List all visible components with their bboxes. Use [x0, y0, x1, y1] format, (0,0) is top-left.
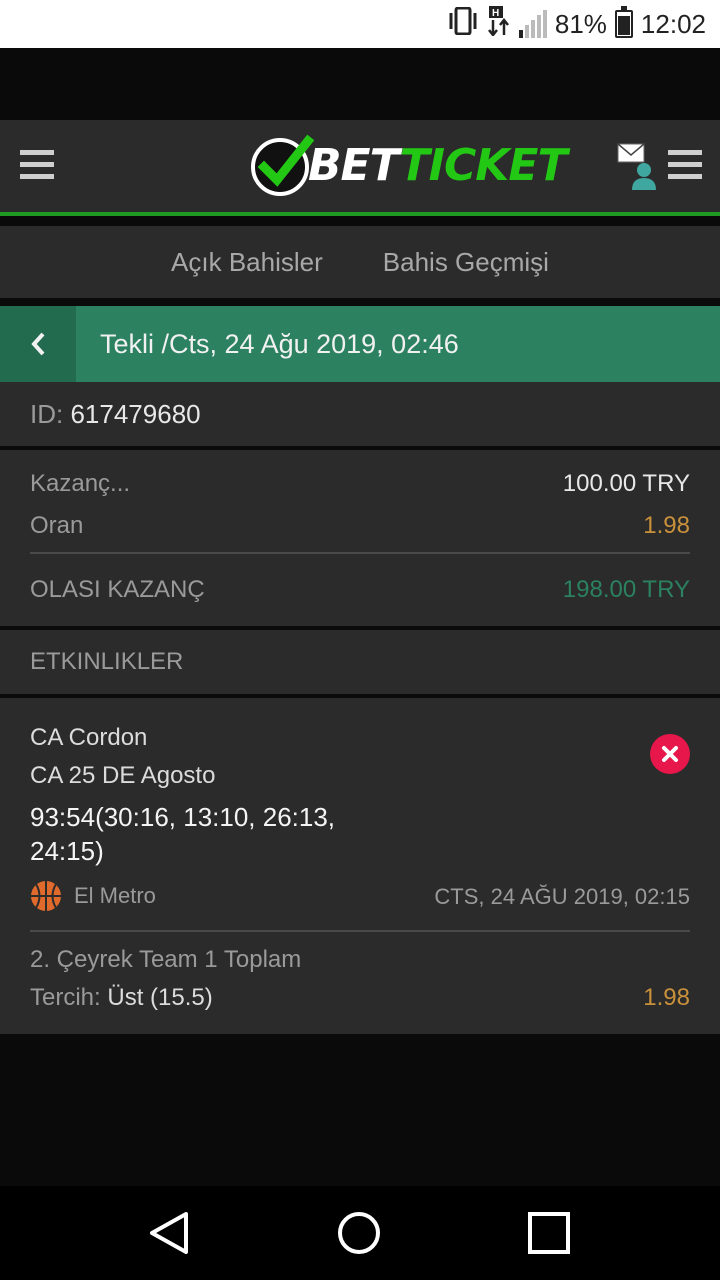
- bet-tabs: Açık Bahisler Bahis Geçmişi: [0, 226, 720, 298]
- pick-label: Tercih:: [30, 984, 101, 1011]
- logo-ticket: TICKET: [399, 139, 568, 191]
- hamburger-icon[interactable]: [20, 150, 54, 180]
- tab-bet-history[interactable]: Bahis Geçmişi: [383, 247, 549, 278]
- market-name: 2. Çeyrek Team 1 Toplam: [30, 946, 302, 973]
- svg-text:H: H: [492, 8, 499, 19]
- bet-title: Tekli /Cts, 24 Ağu 2019, 02:46: [100, 329, 459, 359]
- odds-value: 1.98: [643, 512, 690, 539]
- divider: [30, 930, 690, 932]
- back-nav-icon[interactable]: [146, 1210, 192, 1261]
- stake-value: 100.00 TRY: [562, 470, 690, 497]
- odds-label: Oran: [30, 512, 84, 539]
- event-date: CTS, 24 AĞU 2019, 02:15: [434, 884, 690, 909]
- header-accent-line: [0, 212, 720, 216]
- app-header: BETTICKET: [0, 120, 720, 216]
- team-1: CA Cordon: [30, 724, 148, 751]
- pick-row: Tercih: Üst (15.5): [30, 984, 213, 1012]
- bet-id-value: 617479680: [70, 399, 201, 429]
- system-nav-bar: [0, 1186, 720, 1280]
- potential-win-value: 198.00 TRY: [562, 576, 690, 603]
- back-button[interactable]: [0, 306, 76, 382]
- divider: [30, 552, 690, 554]
- bet-id-label: ID:: [30, 399, 64, 429]
- basketball-icon: [31, 881, 61, 911]
- events-header: ETKINLIKLER: [0, 630, 720, 694]
- hamburger-icon[interactable]: [668, 150, 702, 180]
- stake-label: Kazanç...: [30, 470, 131, 497]
- clock: 12:02: [640, 8, 706, 39]
- checkmark-logo-icon: [251, 134, 314, 196]
- battery-percent: 81%: [554, 8, 607, 39]
- lost-status-icon: [650, 734, 690, 774]
- signal-icon: [518, 10, 547, 38]
- data-transfer-icon: H: [487, 5, 511, 43]
- vibrate-icon: [447, 6, 479, 42]
- user-mail-icon[interactable]: [616, 142, 662, 202]
- tab-open-bets[interactable]: Açık Bahisler: [171, 247, 323, 278]
- potential-win-label: OLASI KAZANÇ: [30, 576, 205, 603]
- bet-id-row: ID: 617479680: [0, 382, 720, 446]
- league-name: El Metro: [74, 883, 156, 908]
- pick-odds: 1.98: [643, 984, 690, 1011]
- event-score: 93:54(30:16, 13:10, 26:13, 24:15): [30, 802, 336, 866]
- pick-value: Üst (15.5): [107, 984, 213, 1011]
- bet-summary: Kazanç... 100.00 TRY Oran 1.98 OLASI KAZ…: [0, 450, 720, 626]
- event-card: CA Cordon CA 25 DE Agosto 93:54(30:16, 1…: [0, 698, 720, 1034]
- home-nav-icon[interactable]: [336, 1210, 382, 1261]
- top-spacer: [0, 48, 720, 120]
- team-2: CA 25 DE Agosto: [30, 762, 216, 789]
- battery-icon: [614, 6, 633, 38]
- chevron-left-icon: [31, 332, 45, 356]
- bet-title-bar: Tekli /Cts, 24 Ağu 2019, 02:46: [0, 306, 720, 382]
- logo-bet: BET: [308, 139, 401, 191]
- status-bar: H 81% 12:02: [0, 0, 720, 48]
- league-row: El Metro: [30, 880, 156, 912]
- logo[interactable]: BETTICKET: [250, 132, 568, 198]
- recents-nav-icon[interactable]: [526, 1210, 572, 1261]
